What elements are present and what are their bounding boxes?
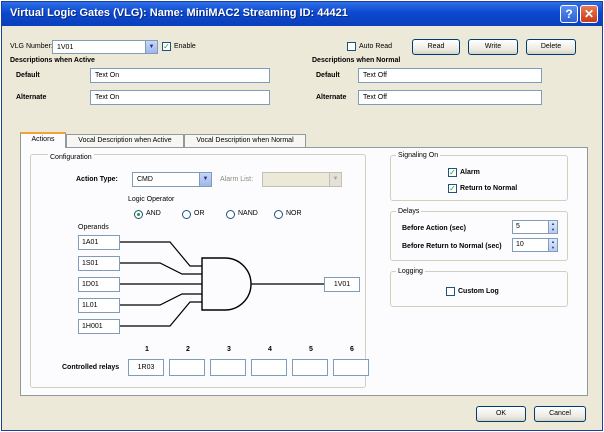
desc-normal-heading: Descriptions when Normal: [312, 57, 401, 64]
spinner-arrows-icon[interactable]: ▲ ▼: [548, 221, 557, 233]
desc-active-alternate-label: Alternate: [16, 94, 47, 101]
relay-input-3[interactable]: [210, 359, 246, 376]
operand-4-wire: [120, 293, 202, 306]
relay-number-5: 5: [309, 346, 313, 353]
operand-3[interactable]: 1D01: [78, 277, 120, 292]
operand-1[interactable]: 1A01: [78, 235, 120, 250]
relay-input-4[interactable]: [251, 359, 287, 376]
operands-label: Operands: [78, 224, 109, 231]
relay-input-6[interactable]: [333, 359, 369, 376]
chevron-down-icon[interactable]: ▼: [145, 41, 157, 53]
relay-number-1: 1: [145, 346, 149, 353]
alarm-checkbox[interactable]: ✓: [448, 168, 457, 177]
controlled-relays-label: Controlled relays: [62, 364, 120, 371]
close-button[interactable]: ✕: [580, 5, 598, 23]
operand-1-wire: [120, 241, 202, 267]
help-button[interactable]: ?: [560, 5, 578, 23]
relay-input-2[interactable]: [169, 359, 205, 376]
action-type-value: CMD: [137, 176, 153, 183]
operand-5-wire: [120, 301, 202, 327]
relay-number-2: 2: [186, 346, 190, 353]
signaling-heading: Signaling On: [396, 152, 441, 159]
before-action-label: Before Action (sec): [402, 225, 466, 232]
delete-button[interactable]: Delete: [526, 39, 576, 55]
tab-vocal-active[interactable]: Vocal Description when Active: [66, 134, 184, 147]
radio-nand-label: NAND: [238, 210, 258, 217]
read-button[interactable]: Read: [412, 39, 460, 55]
signaling-group: [390, 155, 568, 201]
enable-checkbox[interactable]: ✓: [162, 42, 171, 51]
logging-heading: Logging: [396, 268, 425, 275]
auto-read-checkbox[interactable]: [347, 42, 356, 51]
custom-log-label: Custom Log: [458, 288, 499, 295]
chevron-down-icon[interactable]: ▼: [329, 173, 341, 186]
before-action-spinner[interactable]: 5 ▲ ▼: [512, 220, 558, 234]
configuration-heading: Configuration: [48, 154, 94, 161]
alarm-list-select[interactable]: ▼: [262, 172, 342, 187]
vlg-dialog: Virtual Logic Gates (VLG): Name: MiniMAC…: [1, 1, 603, 431]
before-rtn-label: Before Return to Normal (sec): [402, 243, 502, 250]
enable-label: Enable: [174, 43, 196, 50]
desc-normal-default-input[interactable]: Text Off: [358, 68, 542, 83]
desc-normal-default-label: Default: [316, 72, 340, 79]
radio-nor[interactable]: [274, 210, 283, 219]
action-type-label: Action Type:: [76, 176, 118, 183]
radio-nand[interactable]: [226, 210, 235, 219]
before-action-value: 5: [516, 223, 520, 230]
cancel-button[interactable]: Cancel: [534, 406, 586, 422]
and-gate-icon: [201, 257, 252, 311]
and-gate-diagram: [120, 241, 324, 327]
before-rtn-value: 10: [516, 241, 524, 248]
logic-operator-label: Logic Operator: [128, 196, 175, 203]
radio-and-label: AND: [146, 210, 161, 217]
return-to-normal-label: Return to Normal: [460, 185, 518, 192]
vlg-number-select[interactable]: 1V01 ▼: [52, 40, 158, 54]
relay-input-1[interactable]: 1R03: [128, 359, 164, 376]
desc-normal-alternate-input[interactable]: Text Off: [358, 90, 542, 105]
delays-heading: Delays: [396, 208, 422, 215]
desc-active-default-label: Default: [16, 72, 40, 79]
relay-number-3: 3: [227, 346, 231, 353]
custom-log-checkbox[interactable]: [446, 287, 455, 296]
operand-2[interactable]: 1S01: [78, 256, 120, 271]
tab-vocal-normal[interactable]: Vocal Description when Normal: [184, 134, 306, 147]
relay-input-5[interactable]: [292, 359, 328, 376]
auto-read-label: Auto Read: [359, 43, 393, 50]
spinner-arrows-icon[interactable]: ▲ ▼: [548, 239, 557, 251]
ok-button[interactable]: OK: [476, 406, 526, 422]
operand-4[interactable]: 1L01: [78, 298, 120, 313]
operand-2-wire: [120, 262, 202, 275]
operand-5[interactable]: 1H001: [78, 319, 120, 334]
vlg-number-label: VLG Number:: [10, 43, 53, 50]
radio-and[interactable]: [134, 210, 143, 219]
window-title: Virtual Logic Gates (VLG): Name: MiniMAC…: [10, 7, 348, 19]
relay-number-6: 6: [350, 346, 354, 353]
before-rtn-spinner[interactable]: 10 ▲ ▼: [512, 238, 558, 252]
alarm-label: Alarm: [460, 169, 480, 176]
alarm-list-label: Alarm List:: [220, 176, 254, 183]
radio-or-label: OR: [194, 210, 205, 217]
chevron-down-icon[interactable]: ▼: [199, 173, 211, 186]
return-to-normal-checkbox[interactable]: ✓: [448, 184, 457, 193]
delays-group: [390, 211, 568, 261]
vlg-number-value: 1V01: [57, 44, 74, 51]
title-bar[interactable]: Virtual Logic Gates (VLG): Name: MiniMAC…: [2, 2, 602, 26]
output-gate[interactable]: 1V01: [324, 277, 360, 292]
desc-normal-alternate-label: Alternate: [316, 94, 347, 101]
desc-active-default-input[interactable]: Text On: [90, 68, 270, 83]
desc-active-heading: Descriptions when Active: [10, 57, 95, 64]
write-button[interactable]: Write: [468, 39, 518, 55]
radio-or[interactable]: [182, 210, 191, 219]
action-type-select[interactable]: CMD ▼: [132, 172, 212, 187]
tab-actions[interactable]: Actions: [20, 132, 66, 148]
radio-nor-label: NOR: [286, 210, 302, 217]
desc-active-alternate-input[interactable]: Text On: [90, 90, 270, 105]
relay-number-4: 4: [268, 346, 272, 353]
